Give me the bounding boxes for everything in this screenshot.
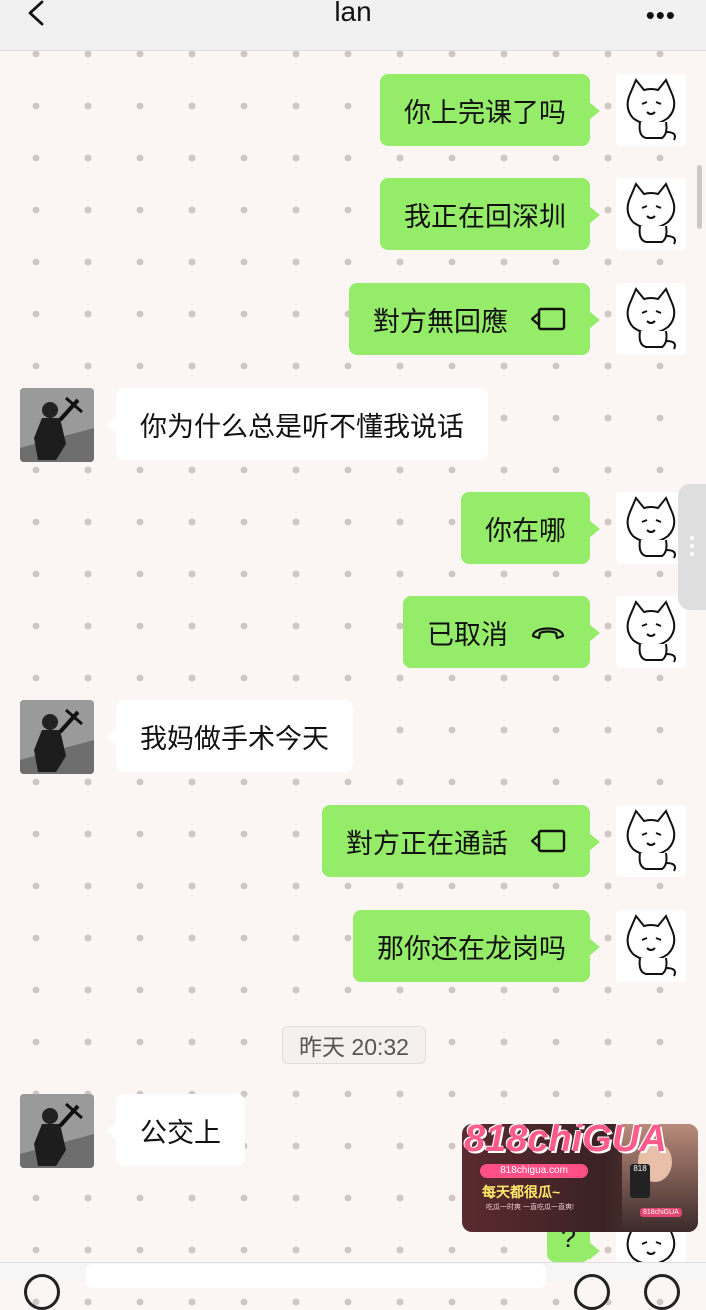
cat-avatar-icon [626,78,676,141]
call-status-bubble[interactable]: 對方正在通話 [322,805,600,877]
timestamp: 昨天 20:32 [282,1026,426,1064]
my-avatar[interactable] [616,74,686,146]
message-input[interactable] [86,1264,546,1288]
my-avatar[interactable] [616,805,686,877]
cat-avatar-icon [626,287,676,350]
cat-avatar-icon [626,600,676,663]
cat-avatar-icon [626,914,676,977]
my-avatar[interactable] [616,178,686,250]
cat-avatar-icon [626,496,676,559]
voice-input-button[interactable] [24,1274,60,1310]
warrior-avatar-icon [20,700,94,774]
contact-avatar[interactable] [20,700,94,774]
message-bubble[interactable]: 公交上 [106,1094,245,1166]
cat-avatar-icon [626,809,676,872]
ad-slogan: 每天都很瓜~ [482,1184,561,1200]
video-call-icon [530,307,566,331]
advertisement-overlay[interactable]: 818 818chiGUA 818chigua.com 每天都很瓜~ 吃瓜一时爽… [462,1124,698,1232]
add-more-button[interactable] [644,1274,680,1310]
chat-header: lan ••• [0,0,706,51]
ad-brand-logo: 818chiGUA [464,1124,667,1160]
ad-tagline: 吃瓜一时爽 一直吃瓜一直爽! [486,1204,574,1211]
video-call-icon [530,829,566,853]
scrollbar[interactable] [697,165,702,229]
contact-avatar[interactable] [20,388,94,462]
message-bubble[interactable]: 那你还在龙岗吗 [353,910,600,982]
more-options-icon[interactable]: ••• [646,0,676,31]
chat-title: lan [334,0,372,27]
ad-badge: 818chiGUA [640,1208,682,1217]
my-avatar[interactable] [616,910,686,982]
contact-avatar[interactable] [20,1094,94,1168]
phone-hangup-icon [531,627,565,640]
warrior-avatar-icon [20,1094,94,1168]
side-drawer-handle[interactable] [678,484,706,610]
ad-url[interactable]: 818chigua.com [480,1164,588,1178]
message-bubble[interactable]: 我妈做手术今天 [106,700,353,772]
message-bubble[interactable]: 我正在回深圳 [380,178,600,250]
cat-avatar-icon [626,182,676,245]
warrior-avatar-icon [20,388,94,462]
my-avatar[interactable] [616,596,686,668]
call-status-bubble[interactable]: 對方無回應 [349,283,600,355]
message-bubble[interactable]: 你为什么总是听不懂我说话 [106,388,488,460]
my-avatar[interactable] [616,283,686,355]
message-bubble[interactable]: 你在哪 [461,492,600,564]
message-bubble[interactable]: 你上完课了吗 [380,74,600,146]
call-status-bubble[interactable]: 已取消 [403,596,600,668]
my-avatar[interactable] [616,492,686,564]
emoji-button[interactable] [574,1274,610,1310]
